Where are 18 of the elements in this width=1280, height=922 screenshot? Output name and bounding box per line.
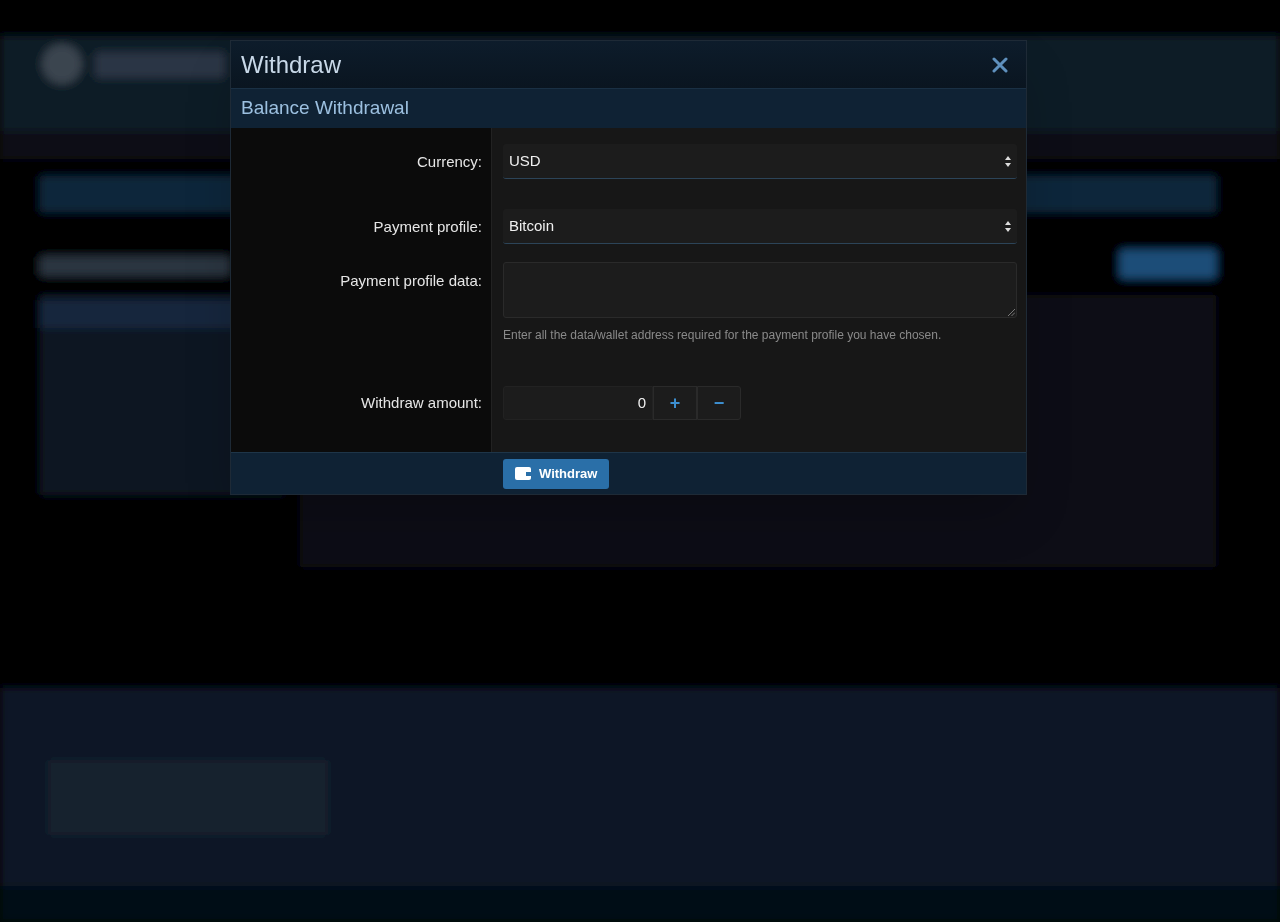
amount-field[interactable]: 0 [503,386,653,420]
field-label: Payment profile data: [340,272,482,289]
help-text: Enter all the data/wallet address required for the payment profile you have chosen. [503,327,943,344]
sort-arrows-icon [1005,155,1011,167]
wallet-icon [515,467,531,480]
field-label: Payment profile: [373,217,482,235]
close-icon[interactable] [992,56,1008,73]
increment-button[interactable]: + [653,386,697,420]
field-label: Withdraw amount: [361,394,482,411]
select-field[interactable]: USD [503,144,1017,179]
resize-handle-icon [1008,309,1015,316]
field-label: Currency: [416,152,482,170]
sort-arrows-icon [1005,220,1011,232]
select-field[interactable]: Bitcoin [503,209,1017,244]
withdraw-button[interactable]: Withdraw [503,458,610,489]
decrement-button[interactable]: − [697,386,741,420]
dialog-title: Withdraw [241,49,342,80]
section-title: Balance Withdrawal [241,96,409,121]
